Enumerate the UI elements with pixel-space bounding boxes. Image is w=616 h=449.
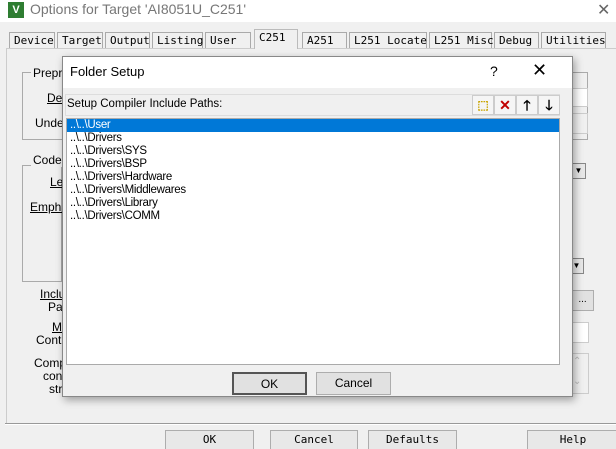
- controls-label: Contr: [36, 333, 66, 347]
- window-titlebar: V Options for Target 'AI8051U_C251' ✕: [0, 0, 616, 22]
- delete-button[interactable]: ✕: [494, 95, 516, 115]
- tab-user[interactable]: User: [205, 32, 251, 48]
- arrow-up-icon: 🡑: [523, 97, 531, 113]
- browse-include-button[interactable]: ...: [571, 290, 594, 311]
- misc-label: M: [52, 320, 62, 334]
- include-paths-label: Setup Compiler Include Paths:: [67, 98, 223, 110]
- include-paths-list[interactable]: ..\..\User ..\..\Drivers ..\..\Drivers\SYS…: [66, 118, 560, 365]
- scroll-up-icon[interactable]: ⌃: [573, 356, 581, 367]
- dialog-title: Folder Setup: [70, 64, 145, 79]
- tab-debug[interactable]: Debug: [494, 32, 539, 48]
- dialog-ok-button[interactable]: OK: [232, 372, 307, 395]
- tab-utilities[interactable]: Utilities: [541, 32, 606, 48]
- code-label: Code: [31, 153, 64, 167]
- delete-icon: ✕: [499, 97, 511, 113]
- tab-target[interactable]: Target: [57, 32, 103, 48]
- tab-device[interactable]: Device: [9, 32, 55, 48]
- path-list-item[interactable]: ..\..\Drivers\Library: [67, 197, 559, 210]
- defaults-button[interactable]: Defaults: [368, 430, 457, 449]
- new-folder-icon: ⬚: [477, 98, 489, 112]
- path-list-item[interactable]: ..\..\Drivers\Hardware: [67, 171, 559, 184]
- dialog-titlebar: Folder Setup ? ✕: [63, 57, 572, 88]
- path-list-item[interactable]: ..\..\User: [67, 119, 559, 132]
- path-list-item[interactable]: ..\..\Drivers\COMM: [67, 210, 559, 223]
- move-up-button[interactable]: 🡑: [516, 95, 538, 115]
- tab-c251[interactable]: C251: [254, 29, 298, 49]
- tab-output[interactable]: Output: [105, 32, 150, 48]
- path-list-item[interactable]: ..\..\Drivers: [67, 132, 559, 145]
- cancel-button[interactable]: Cancel: [270, 430, 358, 449]
- control-label: con: [43, 369, 63, 383]
- window-title: Options for Target 'AI8051U_C251': [30, 1, 246, 17]
- tab-l251-misc[interactable]: L251 Misc: [429, 32, 494, 48]
- path-list-item[interactable]: ..\..\Drivers\BSP: [67, 158, 559, 171]
- window-close-button[interactable]: ✕: [597, 0, 610, 20]
- app-icon: V: [8, 2, 24, 18]
- move-down-button[interactable]: 🡓: [538, 95, 560, 115]
- separator: [5, 423, 616, 425]
- tab-a251[interactable]: A251: [302, 32, 347, 48]
- new-folder-button[interactable]: ⬚: [472, 95, 494, 115]
- dialog-close-button[interactable]: ✕: [532, 60, 547, 81]
- arrow-down-icon: 🡓: [545, 97, 553, 113]
- tab-l251-locate[interactable]: L251 Locate: [349, 32, 427, 48]
- level-dropdown-button[interactable]: ▼: [571, 163, 586, 179]
- help-button[interactable]: Help: [527, 430, 616, 449]
- dialog-cancel-button[interactable]: Cancel: [316, 372, 391, 395]
- tab-listing[interactable]: Listing: [152, 32, 203, 48]
- dialog-help-button[interactable]: ?: [490, 63, 498, 79]
- ok-button[interactable]: OK: [165, 430, 254, 449]
- path-list-item[interactable]: ..\..\Drivers\Middlewares: [67, 184, 559, 197]
- scroll-down-icon[interactable]: ⌄: [573, 376, 581, 387]
- path-list-item[interactable]: ..\..\Drivers\SYS: [67, 145, 559, 158]
- folder-setup-dialog: Folder Setup ? ✕ Setup Compiler Include …: [62, 56, 573, 397]
